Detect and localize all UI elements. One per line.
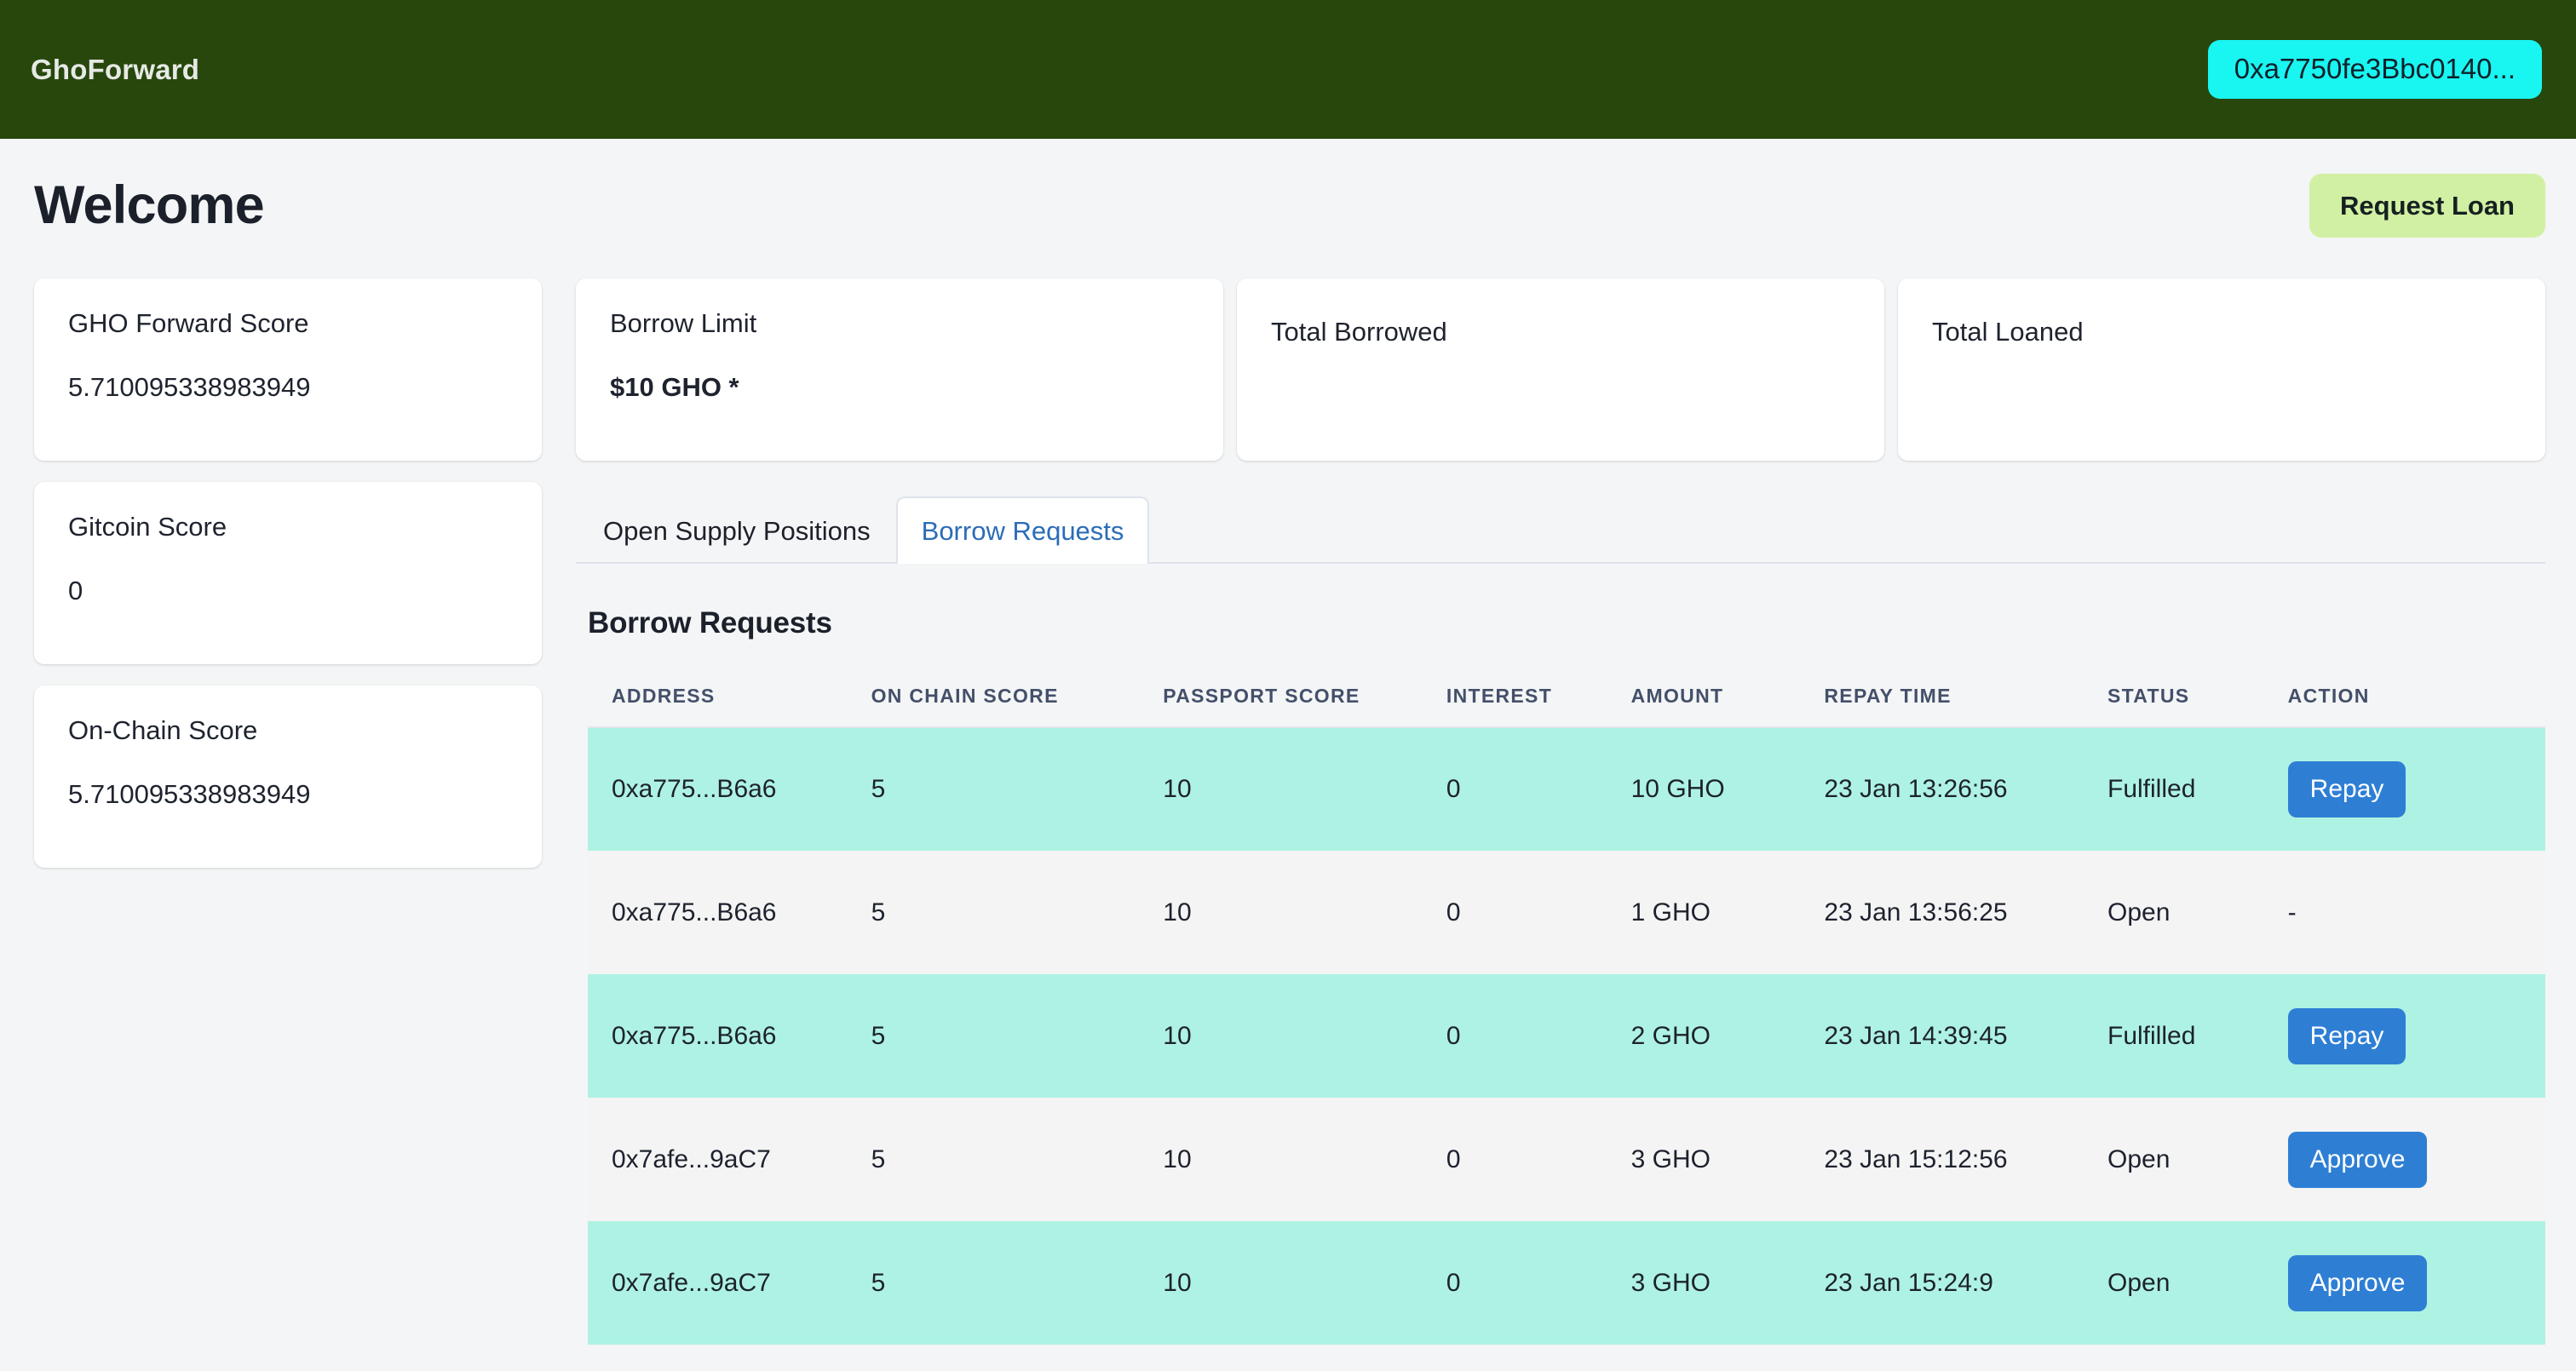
no-action-placeholder: - (2287, 898, 2297, 926)
cell-status: Open (2107, 1098, 2288, 1222)
cell-action: Approve (2287, 1098, 2546, 1222)
cell-interest: 0 (1446, 974, 1631, 1099)
cell-status: Fulfilled (2107, 727, 2288, 852)
cell-passport: 10 (1163, 851, 1446, 975)
score-card-value: 0 (68, 576, 83, 606)
score-card-on-chain: On-Chain Score 5.710095338983949 (34, 686, 542, 868)
cell-interest: 0 (1446, 851, 1631, 975)
cell-amount: 10 GHO (1630, 727, 1825, 852)
cell-interest: 0 (1446, 1221, 1631, 1345)
cell-on-chain: 5 (871, 727, 1164, 852)
cell-action: Approve (2287, 1221, 2546, 1345)
stat-card-label: Borrow Limit (610, 308, 757, 338)
borrow-requests-table: ADDRESS ON CHAIN SCORE PASSPORT SCORE IN… (588, 673, 2546, 1345)
approve-button[interactable]: Approve (2287, 1254, 2428, 1311)
cell-status: Open (2107, 851, 2288, 975)
cell-status: Open (2107, 1221, 2288, 1345)
score-card-column: GHO Forward Score 5.710095338983949 Gitc… (34, 278, 542, 868)
cell-amount: 3 GHO (1630, 1221, 1825, 1345)
column-header-on-chain-score: ON CHAIN SCORE (871, 673, 1164, 729)
cell-passport: 10 (1163, 1098, 1446, 1222)
score-card-label: GHO Forward Score (68, 308, 309, 338)
cell-action: Repay (2287, 974, 2546, 1099)
score-card-label: Gitcoin Score (68, 512, 227, 542)
stat-card-borrow-limit: Borrow Limit $10 GHO * (576, 278, 1224, 461)
cell-address: 0xa775...B6a6 (588, 851, 871, 975)
cell-amount: 3 GHO (1630, 1098, 1825, 1222)
cell-interest: 0 (1446, 1098, 1631, 1222)
cell-address: 0x7afe...9aC7 (588, 1098, 871, 1222)
page-title: Welcome (34, 175, 265, 235)
column-header-amount: AMOUNT (1630, 673, 1825, 729)
repay-button[interactable]: Repay (2287, 1007, 2406, 1064)
cell-repay-time: 23 Jan 13:26:56 (1824, 727, 2107, 852)
cell-amount: 1 GHO (1630, 851, 1825, 975)
stat-card-value (1271, 380, 1850, 411)
table-row: 0xa775...B6a6 5 10 0 10 GHO 23 Jan 13:26… (588, 727, 2546, 852)
column-header-address: ADDRESS (588, 673, 871, 729)
column-header-interest: INTEREST (1446, 673, 1631, 729)
cell-repay-time: 23 Jan 15:24:9 (1824, 1221, 2107, 1345)
cell-repay-time: 23 Jan 15:12:56 (1824, 1098, 2107, 1222)
cell-on-chain: 5 (871, 974, 1164, 1099)
table-row: 0xa775...B6a6 5 10 0 2 GHO 23 Jan 14:39:… (588, 974, 2546, 1099)
table-row: 0xa775...B6a6 5 10 0 1 GHO 23 Jan 13:56:… (588, 851, 2546, 975)
table-row: 0x7afe...9aC7 5 10 0 3 GHO 23 Jan 15:12:… (588, 1098, 2546, 1222)
cell-address: 0x7afe...9aC7 (588, 1221, 871, 1345)
cell-amount: 2 GHO (1630, 974, 1825, 1099)
cell-on-chain: 5 (871, 851, 1164, 975)
stat-card-label: Total Loaned (1932, 317, 2084, 347)
table-header-row: ADDRESS ON CHAIN SCORE PASSPORT SCORE IN… (588, 673, 2546, 729)
cell-on-chain: 5 (871, 1221, 1164, 1345)
cell-passport: 10 (1163, 1221, 1446, 1345)
repay-button[interactable]: Repay (2287, 761, 2406, 818)
tab-borrow-requests[interactable]: Borrow Requests (895, 496, 1150, 565)
stat-card-label: Total Borrowed (1271, 317, 1447, 347)
app-brand-logo: GhoForward (31, 53, 200, 85)
main-content: GHO Forward Score 5.710095338983949 Gitc… (0, 241, 2576, 1345)
request-loan-button[interactable]: Request Loan (2309, 173, 2545, 238)
section-title: Borrow Requests (588, 606, 832, 640)
cell-on-chain: 5 (871, 1098, 1164, 1222)
cell-status: Fulfilled (2107, 974, 2288, 1099)
right-column: Borrow Limit $10 GHO * Total Borrowed To… (576, 278, 2546, 1345)
score-card-label: On-Chain Score (68, 715, 258, 745)
stat-card-total-loaned: Total Loaned (1898, 278, 2546, 461)
stat-card-row: Borrow Limit $10 GHO * Total Borrowed To… (576, 278, 2546, 461)
cell-action: Repay (2287, 727, 2546, 852)
tab-open-supply-positions[interactable]: Open Supply Positions (578, 496, 896, 564)
stat-card-value: $10 GHO * (610, 372, 739, 403)
stat-card-value (1932, 380, 2511, 411)
column-header-repay-time: REPAY TIME (1824, 673, 2107, 729)
approve-button[interactable]: Approve (2287, 1131, 2428, 1188)
column-header-status: STATUS (2107, 673, 2288, 729)
tab-bar: Open Supply Positions Borrow Requests (576, 495, 2546, 565)
cell-address: 0xa775...B6a6 (588, 727, 871, 852)
table-row: 0x7afe...9aC7 5 10 0 3 GHO 23 Jan 15:24:… (588, 1221, 2546, 1345)
score-card-gitcoin: Gitcoin Score 0 (34, 482, 542, 664)
stat-card-total-borrowed: Total Borrowed (1237, 278, 1885, 461)
wallet-address-button[interactable]: 0xa7750fe3Bbc0140... (2207, 40, 2542, 99)
cell-passport: 10 (1163, 974, 1446, 1099)
column-header-action: ACTION (2287, 673, 2546, 729)
cell-repay-time: 23 Jan 14:39:45 (1824, 974, 2107, 1099)
score-card-value: 5.710095338983949 (68, 372, 311, 403)
cell-passport: 10 (1163, 727, 1446, 852)
column-header-passport-score: PASSPORT SCORE (1163, 673, 1446, 729)
score-card-gho-forward: GHO Forward Score 5.710095338983949 (34, 278, 542, 461)
top-navbar: GhoForward 0xa7750fe3Bbc0140... (0, 0, 2576, 139)
cell-repay-time: 23 Jan 13:56:25 (1824, 851, 2107, 975)
score-card-value: 5.710095338983949 (68, 779, 311, 810)
cell-address: 0xa775...B6a6 (588, 974, 871, 1099)
borrow-requests-panel: Borrow Requests ADDRESS ON CHAIN SCORE P… (576, 564, 2546, 1345)
cell-action: - (2287, 851, 2546, 975)
cell-interest: 0 (1446, 727, 1631, 852)
page-header: Welcome Request Loan (0, 139, 2576, 241)
